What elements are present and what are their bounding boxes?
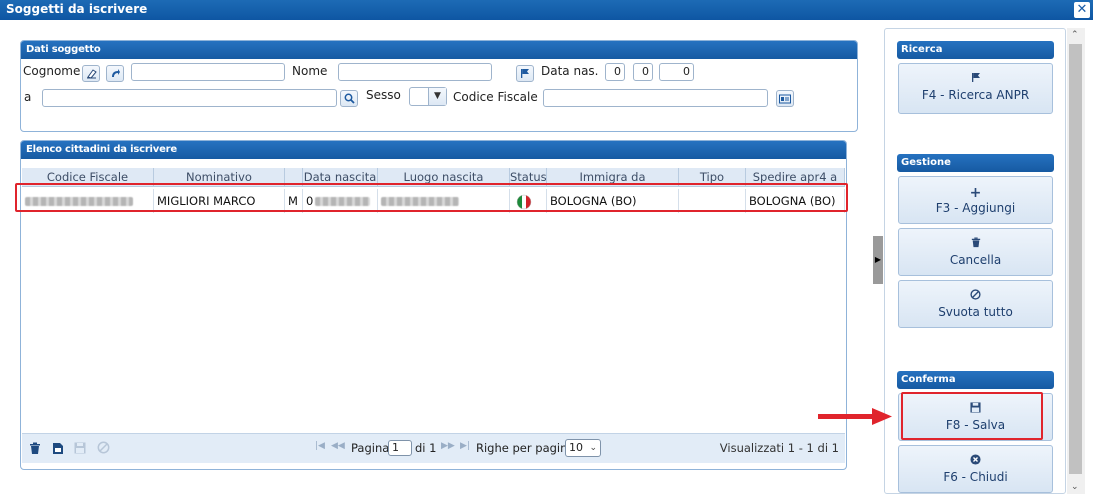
chiudi-label: F6 - Chiudi (943, 470, 1008, 484)
save-icon[interactable] (74, 442, 86, 454)
trash-icon (899, 237, 1052, 251)
righe-label: Righe per pagina: (476, 441, 579, 455)
eraser-icon (86, 69, 97, 79)
chiudi-button[interactable]: F6 - Chiudi (898, 445, 1053, 493)
righe-select[interactable]: 10 ⌄ (565, 439, 601, 457)
data-year-input[interactable]: 0 (659, 63, 694, 81)
close-button[interactable]: ✕ (1074, 2, 1090, 18)
cancella-button[interactable]: Cancella (898, 228, 1053, 276)
data-month-input[interactable]: 0 (633, 63, 653, 81)
window-title: Soggetti da iscrivere (6, 2, 148, 16)
chevron-down-icon: ⌄ (589, 443, 597, 453)
next-page-icon[interactable]: ▶▶ (441, 441, 455, 451)
row-highlight (15, 183, 848, 212)
id-card-icon (779, 94, 791, 103)
page-input[interactable]: 1 (388, 440, 412, 456)
codice-fiscale-label: Codice Fiscale (453, 90, 538, 104)
sesso-select[interactable]: ▼ (409, 87, 447, 106)
collapse-handle[interactable]: ▶ (873, 236, 883, 284)
flag-icon (521, 69, 529, 78)
chevron-down-icon: ▼ (428, 88, 446, 105)
data-day-input[interactable]: 0 (605, 63, 625, 81)
phonetic-button[interactable] (106, 65, 124, 82)
nome-input[interactable] (338, 63, 492, 81)
elenco-header: Elenco cittadini da iscrivere (21, 141, 846, 159)
dialog-window: Soggetti da iscrivere ✕ Dati soggetto Co… (0, 0, 1093, 494)
visualizzati-label: Visualizzati 1 - 1 di 1 (719, 441, 839, 455)
cognome-input[interactable] (131, 63, 285, 81)
search-icon (344, 93, 355, 104)
scrollbar-thumb[interactable] (1069, 44, 1082, 474)
last-page-icon[interactable]: ▶| (460, 441, 470, 451)
cancella-label: Cancella (949, 253, 1002, 267)
sesso-label: Sesso (366, 88, 401, 102)
ricerca-anpr-label: F4 - Ricerca ANPR (921, 88, 1030, 102)
dati-soggetto-panel: Dati soggetto Cognome Nome Data nas. 0 0… (20, 40, 858, 132)
flag-icon (899, 72, 1052, 86)
search-button[interactable] (340, 90, 358, 107)
phonetic-icon (111, 69, 120, 77)
nome-label: Nome (292, 64, 328, 78)
flag-button[interactable] (516, 65, 534, 82)
eraser-button[interactable] (82, 65, 100, 82)
title-bar: Soggetti da iscrivere ✕ (0, 0, 1093, 20)
pointer-arrow-icon (818, 408, 892, 425)
prev-page-icon[interactable]: ◀◀ (331, 441, 345, 451)
export-icon[interactable] (52, 442, 64, 455)
close-circle-icon (899, 454, 1052, 468)
svuota-label: Svuota tutto (938, 305, 1013, 319)
ricerca-anpr-button[interactable]: F4 - Ricerca ANPR (898, 63, 1053, 114)
scroll-down-icon[interactable]: ⌄ (1071, 482, 1079, 492)
dati-soggetto-header: Dati soggetto (21, 41, 857, 59)
scroll-up-icon[interactable]: ⌃ (1071, 30, 1079, 40)
plus-icon: + (969, 185, 982, 201)
pagina-label: Pagina (351, 441, 390, 455)
cognome-label: Cognome (23, 64, 81, 78)
gestione-header: Gestione (897, 154, 1054, 172)
a-label: a (24, 90, 32, 104)
aggiungi-button[interactable]: + F3 - Aggiungi (898, 176, 1053, 224)
first-page-icon[interactable]: |◀ (315, 441, 325, 451)
aggiungi-label: F3 - Aggiungi (935, 201, 1016, 215)
ban-icon (899, 289, 1052, 303)
righe-value: 10 (569, 441, 583, 454)
di-label: di 1 (415, 441, 437, 455)
luogo-input[interactable] (42, 89, 337, 107)
codice-fiscale-input[interactable] (543, 89, 768, 107)
cancel-circle-icon[interactable] (97, 441, 110, 454)
data-nas-label: Data nas. (541, 64, 599, 78)
salva-highlight (901, 392, 1043, 440)
svuota-button[interactable]: Svuota tutto (898, 280, 1053, 328)
ricerca-header: Ricerca (897, 41, 1054, 59)
trash-icon[interactable] (29, 442, 41, 455)
vertical-scrollbar[interactable]: ⌃ ⌄ (1067, 28, 1085, 494)
grid-footer: |◀ ◀◀ Pagina 1 di 1 ▶▶ ▶| Righe per pagi… (22, 433, 845, 463)
id-card-button[interactable] (776, 90, 794, 107)
conferma-header: Conferma (897, 371, 1054, 389)
